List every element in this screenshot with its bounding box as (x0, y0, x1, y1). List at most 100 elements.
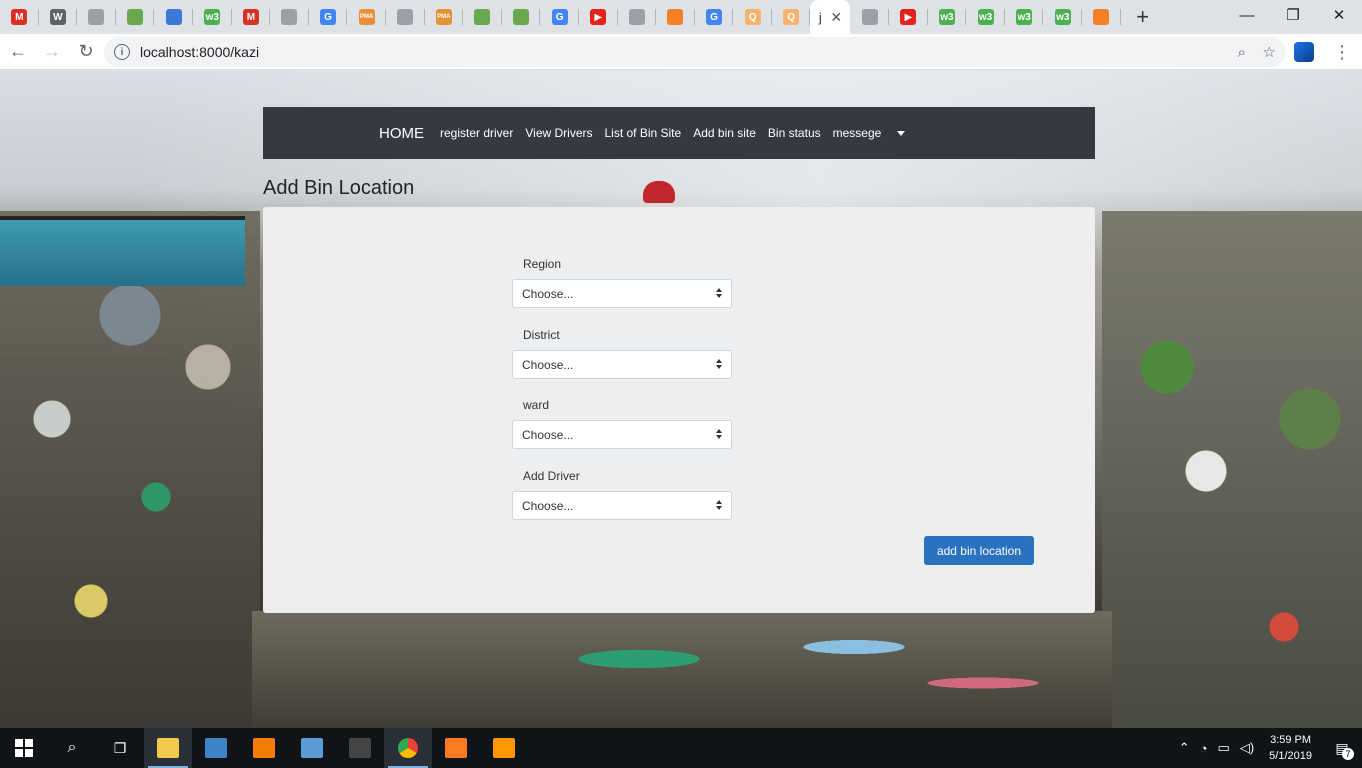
w3-icon: w3 (1016, 9, 1033, 25)
url-text[interactable]: localhost:8000/kazi (140, 44, 259, 60)
browser-tab[interactable]: ▶ (579, 0, 618, 34)
bookmark-star-icon[interactable]: ☆ (1263, 43, 1276, 61)
zoom-icon[interactable]: ⌕ (1238, 44, 1246, 61)
background-photo-right (1102, 211, 1362, 728)
puzzle-icon (165, 9, 182, 25)
browser-tab[interactable]: M (0, 0, 39, 34)
document-icon (281, 9, 298, 25)
ward-select-value: Choose... (522, 427, 574, 442)
globe-icon (861, 9, 878, 25)
stackoverflow-icon (1093, 9, 1110, 25)
xampp-icon (445, 738, 467, 758)
browser-tab[interactable]: w3 (966, 0, 1005, 34)
taskbar-app[interactable] (336, 728, 384, 768)
select-arrows-icon (716, 429, 722, 439)
task-view-button[interactable]: ❐ (96, 728, 144, 768)
browser-tabstrip: M Ww3 M G PMA PMA G ▶ G Q Q j ✕ ▶ w3 w3 w3 w3 + — ❐ ✕ (0, 0, 1362, 34)
browser-tab[interactable]: PMA (347, 0, 386, 34)
minimize-button[interactable]: — (1224, 0, 1270, 30)
browser-tab[interactable]: M (232, 0, 271, 34)
taskbar-app[interactable] (192, 728, 240, 768)
wifi-icon[interactable]: ◔ (1200, 741, 1208, 756)
leaf-icon (474, 9, 491, 25)
gmail-icon: M (11, 9, 28, 25)
browser-menu-icon[interactable]: ⋮ (1330, 42, 1354, 63)
nav-home-link[interactable]: HOME (379, 125, 424, 142)
w3-icon: w3 (938, 9, 955, 25)
browser-tab[interactable]: W (39, 0, 78, 34)
nav-view-drivers[interactable]: View Drivers (525, 126, 592, 140)
nav-register-driver[interactable]: register driver (440, 126, 513, 140)
taskbar-app[interactable] (144, 728, 192, 768)
browser-tab[interactable] (850, 0, 889, 34)
browser-tab[interactable] (116, 0, 155, 34)
select-arrows-icon (716, 500, 722, 510)
browser-tab[interactable]: G (695, 0, 734, 34)
browser-tab[interactable]: ▶ (889, 0, 928, 34)
page-viewport: HOME register driver View Drivers List o… (0, 71, 1362, 728)
battery-icon[interactable]: ▭ (1218, 740, 1230, 756)
taskbar-app[interactable] (432, 728, 480, 768)
nav-list-bin-site[interactable]: List of Bin Site (604, 126, 681, 140)
district-select[interactable]: Choose... (512, 350, 732, 379)
driver-select[interactable]: Choose... (512, 491, 732, 520)
taskbar-app[interactable] (288, 728, 336, 768)
chevron-up-icon[interactable]: ⌃ (1179, 740, 1190, 756)
nav-messege[interactable]: messege (833, 126, 882, 140)
search-button[interactable]: ⌕ (48, 728, 96, 768)
browser-tab[interactable]: Q (772, 0, 811, 34)
region-select-value: Choose... (522, 286, 574, 301)
taskbar-app[interactable] (480, 728, 528, 768)
add-bin-location-button[interactable]: add bin location (924, 536, 1034, 565)
site-info-icon[interactable]: i (114, 44, 130, 60)
address-bar[interactable]: i localhost:8000/kazi ⌕ ☆ (104, 37, 1286, 67)
browser-tab[interactable]: Q (733, 0, 772, 34)
browser-tab[interactable]: w3 (193, 0, 232, 34)
browser-tab[interactable]: G (540, 0, 579, 34)
browser-tab[interactable]: G (309, 0, 348, 34)
stackoverflow-icon (667, 9, 684, 25)
taskbar-app[interactable] (384, 728, 432, 768)
add-driver-label: Add Driver (523, 469, 580, 483)
browser-tab[interactable] (1082, 0, 1121, 34)
search-orange-icon: Q (744, 9, 761, 25)
tab-close-icon[interactable]: ✕ (830, 9, 842, 26)
volume-icon[interactable]: ◁) (1240, 740, 1254, 756)
browser-tab[interactable]: PMA (425, 0, 464, 34)
reload-button[interactable]: ↻ (70, 36, 102, 68)
close-window-button[interactable]: ✕ (1316, 0, 1362, 30)
restore-button[interactable]: ❐ (1270, 0, 1316, 30)
browser-tab[interactable] (502, 0, 541, 34)
dropdown-caret-icon[interactable] (897, 130, 906, 136)
ward-select[interactable]: Choose... (512, 420, 732, 449)
taskbar-app[interactable] (240, 728, 288, 768)
ward-group: ward Choose... (512, 398, 732, 449)
browser-tab[interactable] (463, 0, 502, 34)
nav-bin-status[interactable]: Bin status (768, 126, 821, 140)
active-tab[interactable]: j ✕ (810, 0, 851, 34)
task-view-icon: ❐ (113, 739, 127, 756)
browser-tab[interactable]: w3 (1005, 0, 1044, 34)
browser-tab[interactable] (656, 0, 695, 34)
clock-time: 3:59 PM (1270, 734, 1312, 746)
browser-tab[interactable] (77, 0, 116, 34)
vlc-icon (253, 738, 275, 758)
back-button[interactable]: ← (2, 36, 34, 68)
action-center-button[interactable]: ▤ 7 (1322, 728, 1362, 768)
youtube-icon: ▶ (900, 9, 917, 25)
new-tab-button[interactable]: + (1129, 4, 1157, 30)
forward-button[interactable]: → (36, 36, 68, 68)
browser-tab[interactable] (270, 0, 309, 34)
browser-tab[interactable]: w3 (1043, 0, 1082, 34)
w3-icon: w3 (977, 9, 994, 25)
browser-tab[interactable] (618, 0, 657, 34)
nav-add-bin-site[interactable]: Add bin site (693, 126, 756, 140)
region-select[interactable]: Choose... (512, 279, 732, 308)
browser-tab[interactable]: w3 (928, 0, 967, 34)
system-tray: ⌃ ◔ ▭ ◁) 3:59 PM 5/1/2019 ▤ 7 (1174, 728, 1362, 768)
profile-avatar-icon[interactable] (1294, 42, 1314, 62)
browser-tab[interactable] (154, 0, 193, 34)
clock[interactable]: 3:59 PM 5/1/2019 (1269, 732, 1312, 764)
start-button[interactable] (0, 728, 48, 768)
browser-tab[interactable] (386, 0, 425, 34)
